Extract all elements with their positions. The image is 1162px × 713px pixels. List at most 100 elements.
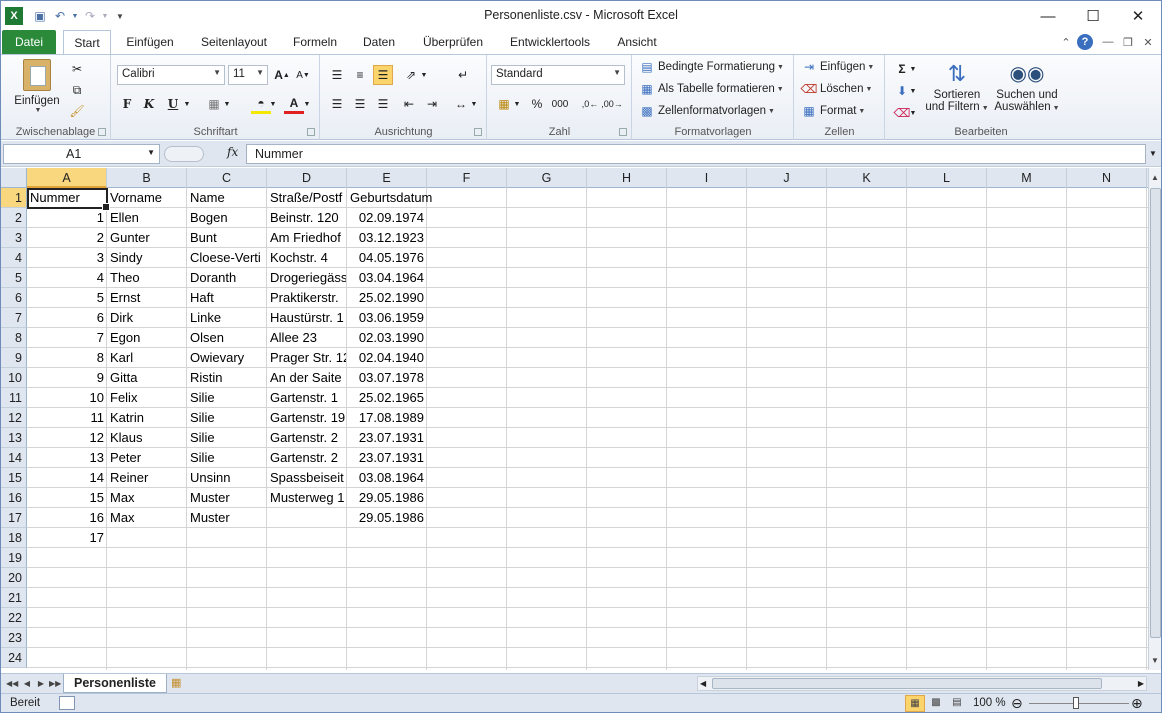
vertical-scroll-thumb[interactable] (1150, 188, 1161, 638)
align-right-icon[interactable]: ☰ (373, 94, 393, 114)
cell-e10[interactable]: 03.07.1978 (348, 368, 426, 388)
row-header-16[interactable]: 16 (1, 488, 27, 508)
clipboard-launcher-icon[interactable] (98, 128, 106, 136)
find-select-button[interactable]: ◉◉ Suchen und Auswählen ▼ (992, 59, 1062, 113)
column-header-m[interactable]: M (987, 168, 1067, 188)
cell-a7[interactable]: 6 (28, 308, 106, 328)
close-button[interactable]: ✕ (1115, 1, 1161, 31)
row-header-4[interactable]: 4 (1, 248, 27, 268)
cell-c5[interactable]: Doranth (188, 268, 266, 288)
shrink-font-icon[interactable]: A ▼ (293, 65, 313, 85)
cell-e1[interactable]: Geburtsdatum (348, 188, 444, 208)
row-header-22[interactable]: 22 (1, 608, 27, 628)
workbook-restore-icon[interactable]: ❐ (1120, 34, 1136, 50)
scroll-down-icon[interactable]: ▼ (1149, 654, 1161, 668)
column-header-i[interactable]: I (667, 168, 747, 188)
column-header-h[interactable]: H (587, 168, 667, 188)
cell-a5[interactable]: 4 (28, 268, 106, 288)
first-sheet-icon[interactable]: ◀◀ (6, 677, 18, 691)
cell-c6[interactable]: Haft (188, 288, 266, 308)
font-color-dropdown-icon[interactable]: ▼ (302, 94, 312, 114)
tab-datei[interactable]: Datei (2, 30, 56, 54)
cell-e5[interactable]: 03.04.1964 (348, 268, 426, 288)
row-header-18[interactable]: 18 (1, 528, 27, 548)
tab-einfuegen[interactable]: Einfügen (119, 30, 181, 54)
clear-dropdown-icon[interactable]: ▼ (908, 103, 918, 123)
cell-d14[interactable]: Gartenstr. 2 (268, 448, 346, 468)
decrease-decimal-icon[interactable]: ,00→ (601, 94, 623, 114)
formula-input[interactable]: Nummer (246, 144, 1146, 164)
underline-dropdown-icon[interactable]: ▼ (182, 94, 192, 114)
workbook-minimize-icon[interactable]: — (1100, 34, 1116, 50)
scroll-up-icon[interactable]: ▲ (1149, 171, 1161, 185)
format-cells-button[interactable]: ▦ Format ▼ (801, 103, 865, 119)
cell-b11[interactable]: Felix (108, 388, 186, 408)
cell-d15[interactable]: Spassbeiseit (268, 468, 346, 488)
accounting-dropdown-icon[interactable]: ▼ (512, 94, 522, 114)
cell-b8[interactable]: Egon (108, 328, 186, 348)
cell-d3[interactable]: Am Friedhof (268, 228, 346, 248)
maximize-button[interactable]: ☐ (1070, 1, 1116, 31)
cell-a12[interactable]: 11 (28, 408, 106, 428)
cell-a2[interactable]: 1 (28, 208, 106, 228)
cell-c17[interactable]: Muster (188, 508, 266, 528)
conditional-formatting-button[interactable]: ▤ Bedingte Formatierung ▼ (639, 59, 784, 75)
vertical-scrollbar[interactable]: ▲ ▼ (1148, 168, 1161, 670)
row-header-7[interactable]: 7 (1, 308, 27, 328)
merge-center-icon[interactable]: ↔ (451, 94, 471, 114)
cell-d16[interactable]: Musterweg 1 (268, 488, 346, 508)
cell-e13[interactable]: 23.07.1931 (348, 428, 426, 448)
cell-a14[interactable]: 13 (28, 448, 106, 468)
alignment-launcher-icon[interactable] (474, 128, 482, 136)
cell-c13[interactable]: Silie (188, 428, 266, 448)
cell-d10[interactable]: An der Saite (268, 368, 346, 388)
fill-dropdown-icon[interactable]: ▼ (908, 81, 918, 101)
row-header-19[interactable]: 19 (1, 548, 27, 568)
cell-b16[interactable]: Max (108, 488, 186, 508)
cell-d7[interactable]: Haustürstr. 1 (268, 308, 346, 328)
cell-e9[interactable]: 02.04.1940 (348, 348, 426, 368)
last-sheet-icon[interactable]: ▶▶ (49, 677, 61, 691)
row-header-6[interactable]: 6 (1, 288, 27, 308)
format-as-table-button[interactable]: ▦ Als Tabelle formatieren ▼ (639, 81, 783, 97)
align-left-icon[interactable]: ☰ (327, 94, 347, 114)
row-header-20[interactable]: 20 (1, 568, 27, 588)
decrease-indent-icon[interactable]: ⇤ (399, 94, 419, 114)
paste-button[interactable]: Einfügen ▼ (11, 59, 63, 114)
normal-view-icon[interactable]: ▦ (905, 695, 925, 712)
insert-sheet-icon[interactable]: ▦ (171, 676, 189, 691)
row-header-13[interactable]: 13 (1, 428, 27, 448)
horizontal-scrollbar[interactable]: ◀ ▶ (697, 676, 1147, 691)
expand-formula-bar-icon[interactable]: ▼ (1149, 149, 1157, 158)
column-header-j[interactable]: J (747, 168, 827, 188)
tab-entwicklertools[interactable]: Entwicklertools (503, 30, 597, 54)
grow-font-icon[interactable]: A ▲ (272, 65, 292, 85)
cell-d4[interactable]: Kochstr. 4 (268, 248, 346, 268)
cell-c9[interactable]: Owievary (188, 348, 266, 368)
zoom-slider[interactable] (1029, 703, 1129, 704)
scroll-left-icon[interactable]: ◀ (700, 677, 706, 690)
zoom-slider-thumb[interactable] (1073, 697, 1079, 709)
cell-d11[interactable]: Gartenstr. 1 (268, 388, 346, 408)
column-header-e[interactable]: E (347, 168, 427, 188)
tab-ueberpruefen[interactable]: Überprüfen (415, 30, 491, 54)
cell-d9[interactable]: Prager Str. 12 (268, 348, 346, 368)
delete-cells-button[interactable]: ⌫ Löschen ▼ (801, 81, 873, 97)
cell-d8[interactable]: Allee 23 (268, 328, 346, 348)
column-header-n[interactable]: N (1067, 168, 1147, 188)
cell-c8[interactable]: Olsen (188, 328, 266, 348)
align-top-icon[interactable]: ☰ (327, 65, 347, 85)
merge-dropdown-icon[interactable]: ▼ (469, 94, 479, 114)
cell-c10[interactable]: Ristin (188, 368, 266, 388)
row-header-14[interactable]: 14 (1, 448, 27, 468)
font-color-icon[interactable]: A (284, 94, 304, 114)
cell-b1[interactable]: Vorname (108, 188, 186, 208)
cell-e6[interactable]: 25.02.1990 (348, 288, 426, 308)
row-header-21[interactable]: 21 (1, 588, 27, 608)
orientation-icon[interactable]: ⇗ (401, 65, 421, 85)
row-header-1[interactable]: 1 (1, 188, 27, 208)
cell-d2[interactable]: Beinstr. 120 (268, 208, 346, 228)
tab-ansicht[interactable]: Ansicht (611, 30, 663, 54)
row-header-8[interactable]: 8 (1, 328, 27, 348)
align-middle-icon[interactable]: ≡ (350, 65, 370, 85)
